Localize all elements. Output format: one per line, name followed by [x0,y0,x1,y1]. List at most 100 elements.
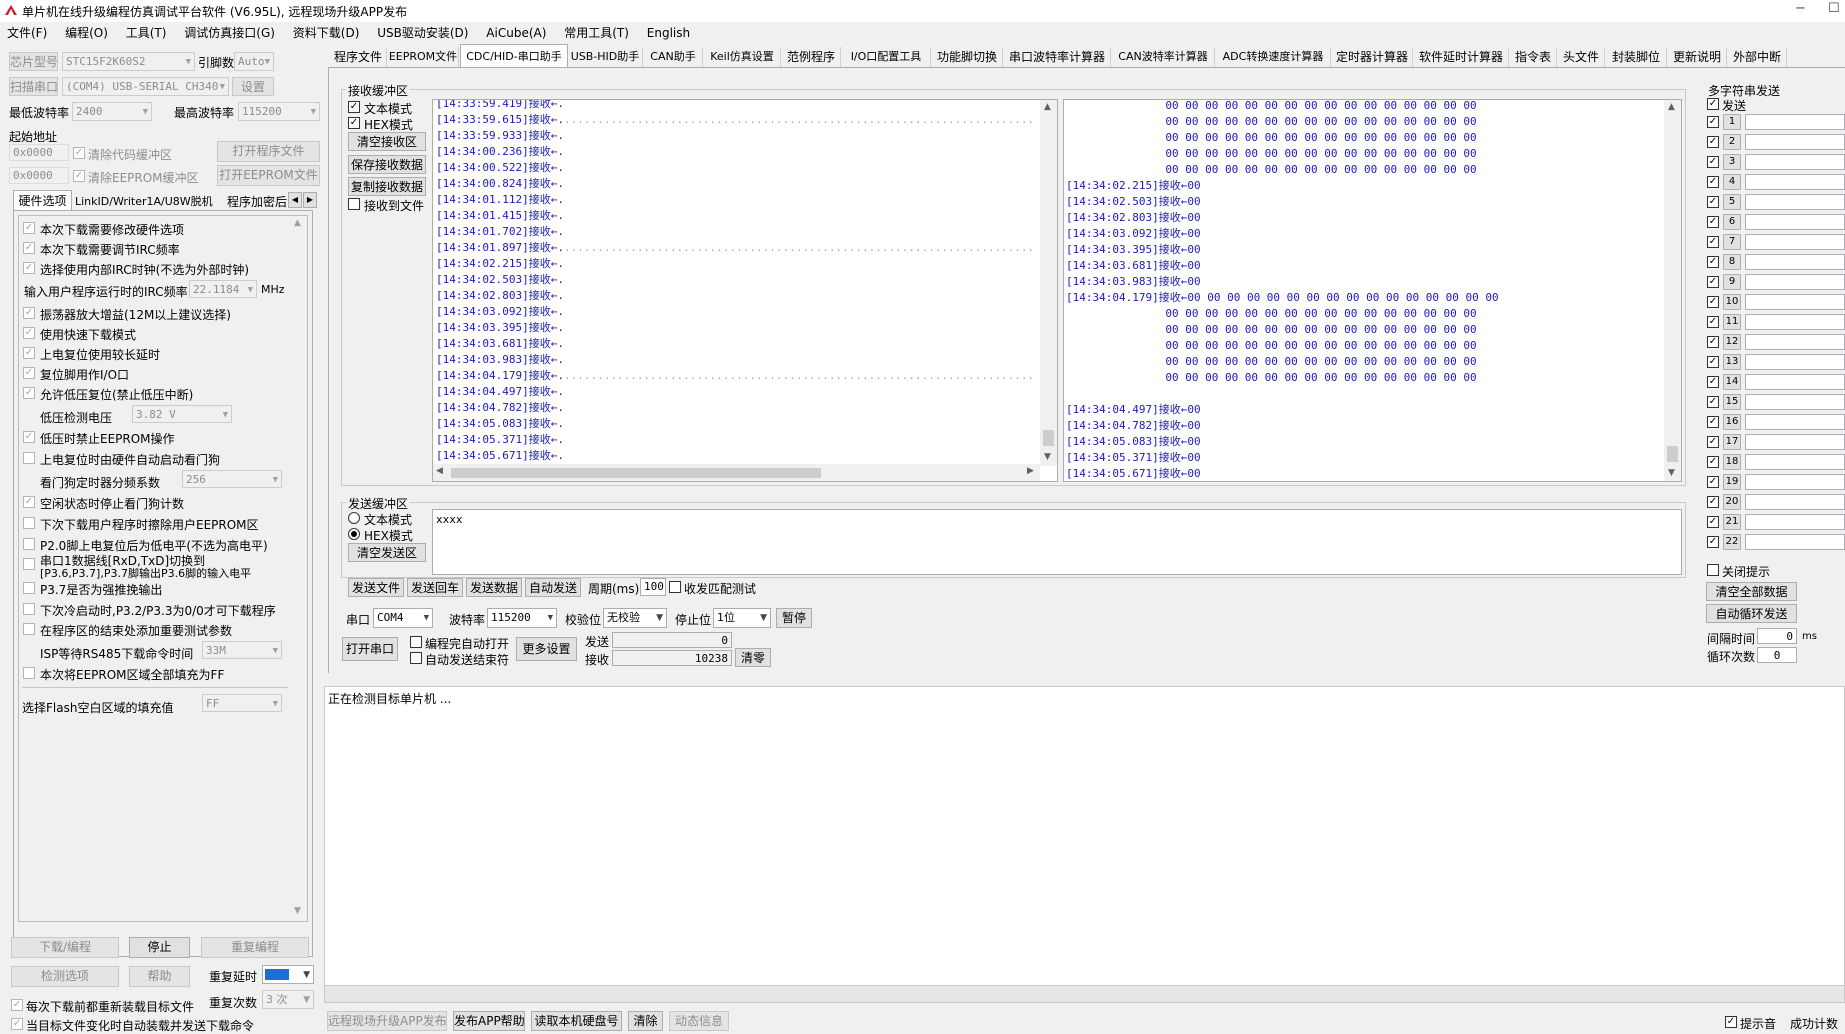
multi-send-row-checkbox[interactable]: ✓ [1707,476,1719,488]
multi-send-row-button[interactable]: 15 [1723,394,1741,410]
multi-send-row-input[interactable] [1745,114,1845,130]
multi-send-row-checkbox[interactable]: ✓ [1707,216,1719,228]
send-cr-button[interactable]: 发送回车 [407,578,463,597]
repeat-count-select[interactable]: 3 次 ▼ [262,990,314,1009]
isp-wait-select[interactable]: 33M ▼ [202,641,282,659]
tab-uart-baud-calc[interactable]: 串口波特率计算器 [1004,47,1111,67]
auto-loop-send-button[interactable]: 自动循环发送 [1706,604,1797,623]
hardware-options-scrollbar[interactable]: ▲ ▼ [291,216,307,921]
min-baud-select[interactable]: 2400 ▼ [72,102,152,121]
rx-copy-button[interactable]: 复制接收数据 [348,177,426,196]
menu-program[interactable]: 编程(O) [65,26,108,40]
check-options-button[interactable]: 检测选项 [11,966,119,987]
multi-send-row-checkbox[interactable]: ✓ [1707,376,1719,388]
multi-send-row-checkbox[interactable]: ✓ [1707,196,1719,208]
multi-send-row-checkbox[interactable]: ✓ [1707,516,1719,528]
multi-send-row-input[interactable] [1745,474,1845,490]
tab-can[interactable]: CAN助手 [644,47,703,67]
tab-timer-calc[interactable]: 定时器计算器 [1332,47,1413,67]
rx-text-view[interactable]: [14:33:59.419]接收←. [14:33:59.615]接收←....… [432,99,1058,482]
pins-select[interactable]: Auto ▼ [234,52,274,71]
multi-send-row-input[interactable] [1745,534,1845,550]
maximize-button[interactable]: ☐ [1828,1,1840,16]
multi-send-row-checkbox[interactable]: ✓ [1707,396,1719,408]
tab-eeprom-file[interactable]: EEPROM文件 [388,47,459,67]
multi-send-row-input[interactable] [1745,374,1845,390]
download-program-button[interactable]: 下载/编程 [11,937,119,958]
multi-send-row-checkbox[interactable]: ✓ [1707,536,1719,548]
menu-debug[interactable]: 调试仿真接口(G) [184,26,275,40]
multi-send-row-input[interactable] [1745,214,1845,230]
tab-changelog[interactable]: 更新说明 [1668,47,1727,67]
multi-send-row-checkbox[interactable]: ✓ [1707,436,1719,448]
eeprom-address-input[interactable]: 0x0000 [9,167,69,184]
wdt-select[interactable]: 256 ▼ [182,470,282,488]
multi-send-row-button[interactable]: 7 [1723,234,1741,250]
menu-english[interactable]: English [647,26,690,40]
multi-send-row-button[interactable]: 10 [1723,294,1741,310]
multi-send-row-input[interactable] [1745,394,1845,410]
irc-frequency-select[interactable]: 22.1184 ▼ [189,280,257,298]
rx-save-button[interactable]: 保存接收数据 [348,155,426,174]
more-settings-button[interactable]: 更多设置 [516,637,577,661]
multi-send-row-checkbox[interactable]: ✓ [1707,316,1719,328]
multi-send-row-input[interactable] [1745,314,1845,330]
tab-external-interrupt[interactable]: 外部中断 [1728,47,1787,67]
open-port-button[interactable]: 打开串口 [342,637,398,661]
multi-send-row-input[interactable] [1745,434,1845,450]
multi-send-row-checkbox[interactable]: ✓ [1707,456,1719,468]
scroll-up-icon[interactable]: ▲ [1668,102,1675,112]
scroll-up-icon[interactable]: ▲ [1044,102,1051,112]
multi-send-row-input[interactable] [1745,414,1845,430]
multi-send-row-button[interactable]: 2 [1723,134,1741,150]
tx-clear-button[interactable]: 清空发送区 [348,543,426,562]
menu-download[interactable]: 资料下载(D) [293,26,360,40]
reload-each-checkbox[interactable]: ✓ [11,999,23,1011]
scroll-thumb[interactable] [1043,430,1054,446]
rx-text-vscroll[interactable]: ▲ ▼ [1040,100,1057,466]
clear-log-button[interactable]: 清除 [628,1011,663,1031]
rx-hex-view[interactable]: 00 00 00 00 00 00 00 00 00 00 00 00 00 0… [1063,99,1682,482]
menu-file[interactable]: 文件(F) [7,26,47,40]
chip-model-button[interactable]: 芯片型号 [9,52,58,71]
multi-send-row-input[interactable] [1745,514,1845,530]
rx-clear-button[interactable]: 清空接收区 [348,132,426,151]
tab-adc-calc[interactable]: ADC转换速度计算器 [1216,47,1331,67]
scroll-down-icon[interactable]: ▼ [1668,468,1675,478]
multi-send-row-button[interactable]: 3 [1723,154,1741,170]
period-input[interactable]: 100 [640,578,666,596]
flash-fill-select[interactable]: FF ▼ [202,694,282,712]
multi-send-row-input[interactable] [1745,154,1845,170]
multi-send-row-checkbox[interactable]: ✓ [1707,156,1719,168]
dynamic-info-button[interactable]: 动态信息 [669,1011,729,1031]
match-test-checkbox[interactable] [669,581,681,593]
clear-count-button[interactable]: 清零 [735,648,771,667]
scroll-thumb[interactable] [451,468,821,478]
rx-to-file-checkbox[interactable] [348,198,360,210]
repeat-delay-select[interactable]: ▼ [262,965,314,984]
tab-can-baud-calc[interactable]: CAN波特率计算器 [1112,47,1215,67]
multi-send-row-button[interactable]: 17 [1723,434,1741,450]
multi-send-row-input[interactable] [1745,494,1845,510]
tab-header-file[interactable]: 头文件 [1558,47,1605,67]
multi-send-row-button[interactable]: 21 [1723,514,1741,530]
tx-hex-mode-radio[interactable] [348,528,360,540]
scroll-up-icon[interactable]: ▲ [294,218,301,228]
publish-app-help-button[interactable]: 发布APP帮助 [453,1011,525,1031]
multi-send-row-button[interactable]: 19 [1723,474,1741,490]
multi-send-row-button[interactable]: 1 [1723,114,1741,130]
multi-send-row-checkbox[interactable]: ✓ [1707,276,1719,288]
tab-delay-calc[interactable]: 软件延时计算器 [1414,47,1509,67]
sound-checkbox[interactable]: ✓ [1725,1016,1737,1028]
multi-send-row-input[interactable] [1745,194,1845,210]
scroll-right-icon[interactable]: ▶ [1027,466,1034,476]
multi-send-row-input[interactable] [1745,134,1845,150]
auto-end-checkbox[interactable] [410,652,422,664]
scroll-left-icon[interactable]: ◀ [436,466,443,476]
multi-send-row-input[interactable] [1745,234,1845,250]
rx-text-mode-checkbox[interactable]: ✓ [348,101,360,113]
multi-send-row-checkbox[interactable]: ✓ [1707,176,1719,188]
loop-count-input[interactable]: 0 [1757,647,1797,663]
tx-text-mode-radio[interactable] [348,512,360,524]
multi-send-row-input[interactable] [1745,354,1845,370]
